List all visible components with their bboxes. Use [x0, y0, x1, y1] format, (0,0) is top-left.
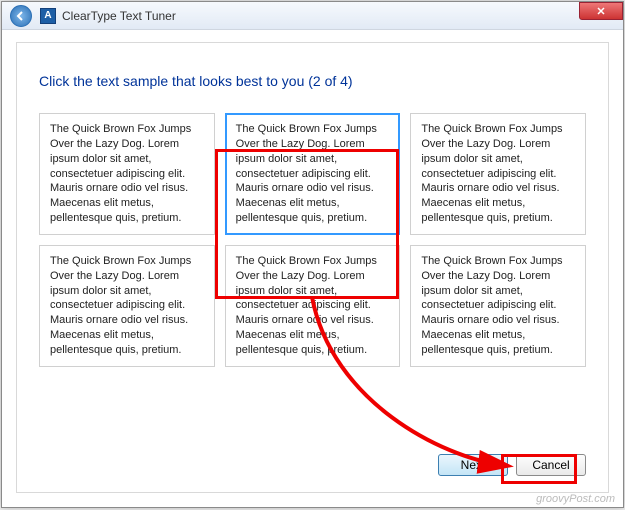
- window-title: ClearType Text Tuner: [62, 9, 176, 23]
- text-sample-1[interactable]: The Quick Brown Fox Jumps Over the Lazy …: [39, 113, 215, 235]
- wizard-window: A ClearType Text Tuner Click the text sa…: [1, 1, 624, 508]
- next-button[interactable]: Next: [438, 454, 508, 476]
- sample-row: The Quick Brown Fox Jumps Over the Lazy …: [39, 113, 586, 235]
- text-sample-2[interactable]: The Quick Brown Fox Jumps Over the Lazy …: [225, 113, 401, 235]
- back-button[interactable]: [10, 5, 32, 27]
- arrow-left-icon: [15, 10, 27, 22]
- text-sample-5[interactable]: The Quick Brown Fox Jumps Over the Lazy …: [225, 245, 401, 367]
- text-sample-4[interactable]: The Quick Brown Fox Jumps Over the Lazy …: [39, 245, 215, 367]
- text-sample-3[interactable]: The Quick Brown Fox Jumps Over the Lazy …: [410, 113, 586, 235]
- text-sample-6[interactable]: The Quick Brown Fox Jumps Over the Lazy …: [410, 245, 586, 367]
- titlebar: A ClearType Text Tuner: [2, 2, 623, 30]
- close-icon: [597, 7, 605, 15]
- cancel-button[interactable]: Cancel: [516, 454, 586, 476]
- sample-row: The Quick Brown Fox Jumps Over the Lazy …: [39, 245, 586, 367]
- close-button[interactable]: [579, 2, 623, 20]
- button-row: Next Cancel: [438, 454, 586, 476]
- sample-grid: The Quick Brown Fox Jumps Over the Lazy …: [39, 113, 586, 367]
- app-icon: A: [40, 8, 56, 24]
- app-icon-letter: A: [44, 10, 51, 21]
- watermark: groovyPost.com: [536, 493, 615, 505]
- page-heading: Click the text sample that looks best to…: [39, 73, 586, 89]
- wizard-content: Click the text sample that looks best to…: [16, 42, 609, 493]
